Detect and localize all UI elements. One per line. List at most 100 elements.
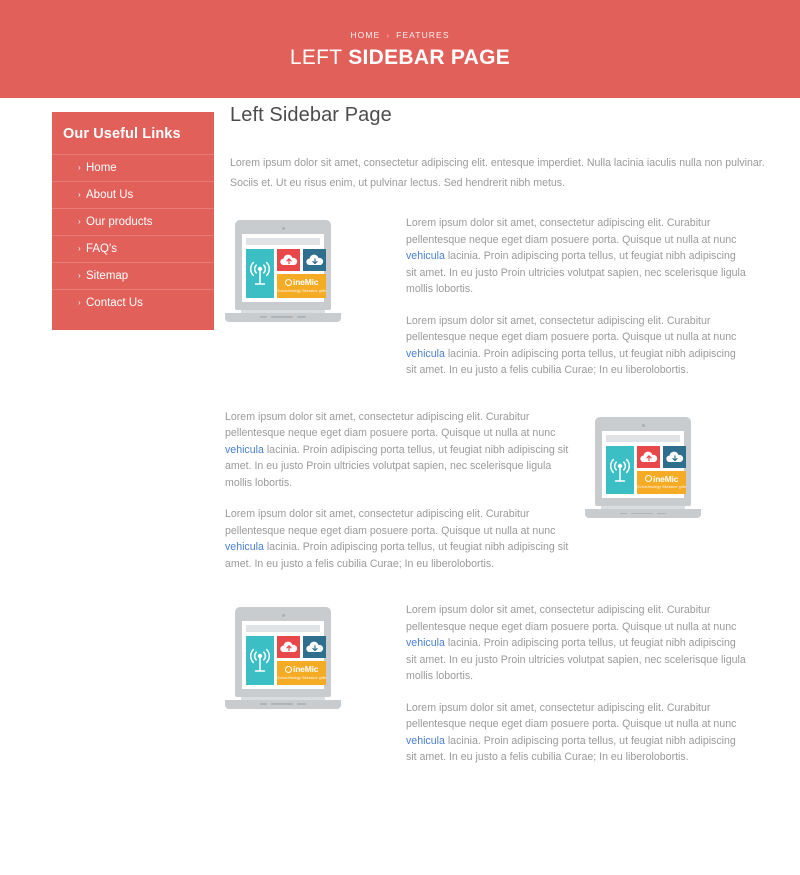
base-mark [297,316,307,318]
screen-tiles-right: ineMic Solutchholegy Sliesaine grife [277,249,327,298]
base-mark [657,512,667,515]
chevron-right-icon: › [78,217,81,226]
webcam-icon [281,227,285,230]
tile-brand: ineMic Solutchholegy Sliesaine grife [637,470,687,494]
sidebar-title: Our Useful Links [63,126,181,142]
content-section-one: ineMic Solutchholegy Sliesaine grife Lor… [225,215,775,379]
sidebar-item-our-products[interactable]: › Our products [52,208,214,235]
paragraph: Lorem ipsum dolor sit amet, consectetur … [406,215,746,298]
section-two-text: Lorem ipsum dolor sit amet, consectetur … [225,409,573,573]
sidebar: Our Useful Links › Home › About Us › Our… [52,112,214,330]
wifi-antenna-icon [610,458,631,482]
vehicula-link[interactable]: vehicula [406,637,445,649]
breadcrumb-item-features[interactable]: FEATURES [396,30,450,40]
vehicula-link[interactable]: vehicula [406,348,445,360]
laptop-lid: ineMic Solutchholegy Sliesaine grife [595,416,692,506]
paragraph-text-end: lacinia. Proin adipiscing porta tellus, … [225,443,569,489]
header-title: LEFT SIDEBAR PAGE [290,47,510,68]
vehicula-link[interactable]: vehicula [225,444,264,456]
paragraph-text-start: Lorem ipsum dolor sit amet, consectetur … [225,410,556,440]
laptop-screen: ineMic Solutchholegy Sliesaine grife [242,621,327,689]
cloud-upload-icon [279,254,297,265]
page-title: Left Sidebar Page [230,104,392,126]
tile-broadcast [246,249,275,298]
tile-cloud-upload [277,249,301,271]
chevron-right-icon: › [386,30,391,40]
brand-logo: ineMic [645,473,679,484]
tile-cloud-download [303,249,327,271]
laptop-illustration: ineMic Solutchholegy Sliesaine grife [225,607,342,709]
cloud-download-icon [305,254,323,265]
tile-broadcast [606,445,635,494]
sidebar-item-home[interactable]: › Home [52,154,214,181]
brand-tagline: Solutchholegy Sliesaine grife [277,675,327,680]
screen-tiles-right: ineMic Solutchholegy Sliesaine grife [277,636,327,685]
sidebar-item-contact-us[interactable]: › Contact Us [52,289,214,316]
breadcrumb: HOME › FEATURES [350,30,449,40]
paragraph: Lorem ipsum dolor sit amet, consectetur … [406,700,746,766]
brand-ring-icon [285,665,293,673]
laptop-illustration: ineMic Solutchholegy Sliesaine grife [225,220,342,322]
sidebar-item-sitemap[interactable]: › Sitemap [52,262,214,289]
cloud-upload-icon [279,641,297,652]
sidebar-item-label: Contact Us [86,297,143,309]
vehicula-link[interactable]: vehicula [406,250,445,262]
browser-bar [246,625,321,632]
breadcrumb-item-home[interactable]: HOME [350,30,380,40]
sidebar-nav-list: › Home › About Us › Our products › FAQ's… [52,154,214,316]
brand-tagline: Solutchholegy Sliesaine grife [277,288,327,293]
brand-name: ineMic [293,664,319,674]
paragraph-text-end: lacinia. Proin adipiscing porta tellus, … [406,734,736,764]
base-mark [260,316,268,318]
laptop-base [585,509,702,518]
laptop-base [225,312,342,322]
tile-cloud-download [303,636,327,658]
brand-name: ineMic [653,473,679,484]
cloud-download-icon [305,641,323,652]
sidebar-item-about-us[interactable]: › About Us [52,181,214,208]
tile-cloud-upload [277,636,301,658]
laptop-lid: ineMic Solutchholegy Sliesaine grife [235,220,332,310]
content-section-three: ineMic Solutchholegy Sliesaine grife Lor… [225,602,775,766]
vehicula-link[interactable]: vehicula [406,735,445,747]
illustration-container: ineMic Solutchholegy Sliesaine grife [225,602,398,709]
illustration-container: ineMic Solutchholegy Sliesaine grife [585,409,765,518]
paragraph-text-end: lacinia. Proin adipiscing porta tellus, … [406,250,746,295]
sidebar-item-label: Our products [86,216,153,228]
vehicula-link[interactable]: vehicula [225,541,264,553]
screen-tiles: ineMic Solutchholegy Sliesaine grife [246,636,327,685]
screen-tiles: ineMic Solutchholegy Sliesaine grife [606,445,687,494]
brand-tagline: Solutchholegy Sliesaine grife [637,485,687,489]
brand-name: ineMic [293,277,319,287]
tile-brand: ineMic Solutchholegy Sliesaine grife [277,274,327,298]
cloud-upload-icon [639,451,657,462]
browser-bar [246,238,321,245]
content-section-two: Lorem ipsum dolor sit amet, consectetur … [225,409,775,573]
wifi-antenna-icon [250,649,271,672]
paragraph: Lorem ipsum dolor sit amet, consectetur … [406,602,746,685]
base-mark [271,316,294,318]
page-layout: Our Useful Links › Home › About Us › Our… [0,98,800,766]
screen-tiles-top [637,445,687,468]
chevron-right-icon: › [78,244,81,253]
cloud-download-icon [665,451,683,462]
header-title-bold: SIDEBAR PAGE [348,46,511,69]
base-mark [620,512,628,515]
paragraph-text-start: Lorem ipsum dolor sit amet, consectetur … [406,217,737,246]
webcam-icon [281,614,285,617]
chevron-right-icon: › [78,190,81,199]
screen-tiles-top [277,249,327,271]
main-content: Left Sidebar Page Lorem ipsum dolor sit … [225,98,775,766]
base-mark [297,703,307,705]
section-one-text: Lorem ipsum dolor sit amet, consectetur … [406,215,746,379]
laptop-base [225,699,342,709]
paragraph: Lorem ipsum dolor sit amet, consectetur … [225,506,573,572]
sidebar-item-faqs[interactable]: › FAQ's [52,235,214,262]
paragraph: Lorem ipsum dolor sit amet, consectetur … [406,313,746,379]
brand-logo: ineMic [285,665,318,674]
header-title-light: LEFT [289,46,349,69]
laptop-screen: ineMic Solutchholegy Sliesaine grife [242,234,327,302]
paragraph-text-end: lacinia. Proin adipiscing porta tellus, … [406,637,746,682]
page-header: HOME › FEATURES LEFT SIDEBAR PAGE [0,0,800,98]
paragraph-text-start: Lorem ipsum dolor sit amet, consectetur … [406,314,737,344]
